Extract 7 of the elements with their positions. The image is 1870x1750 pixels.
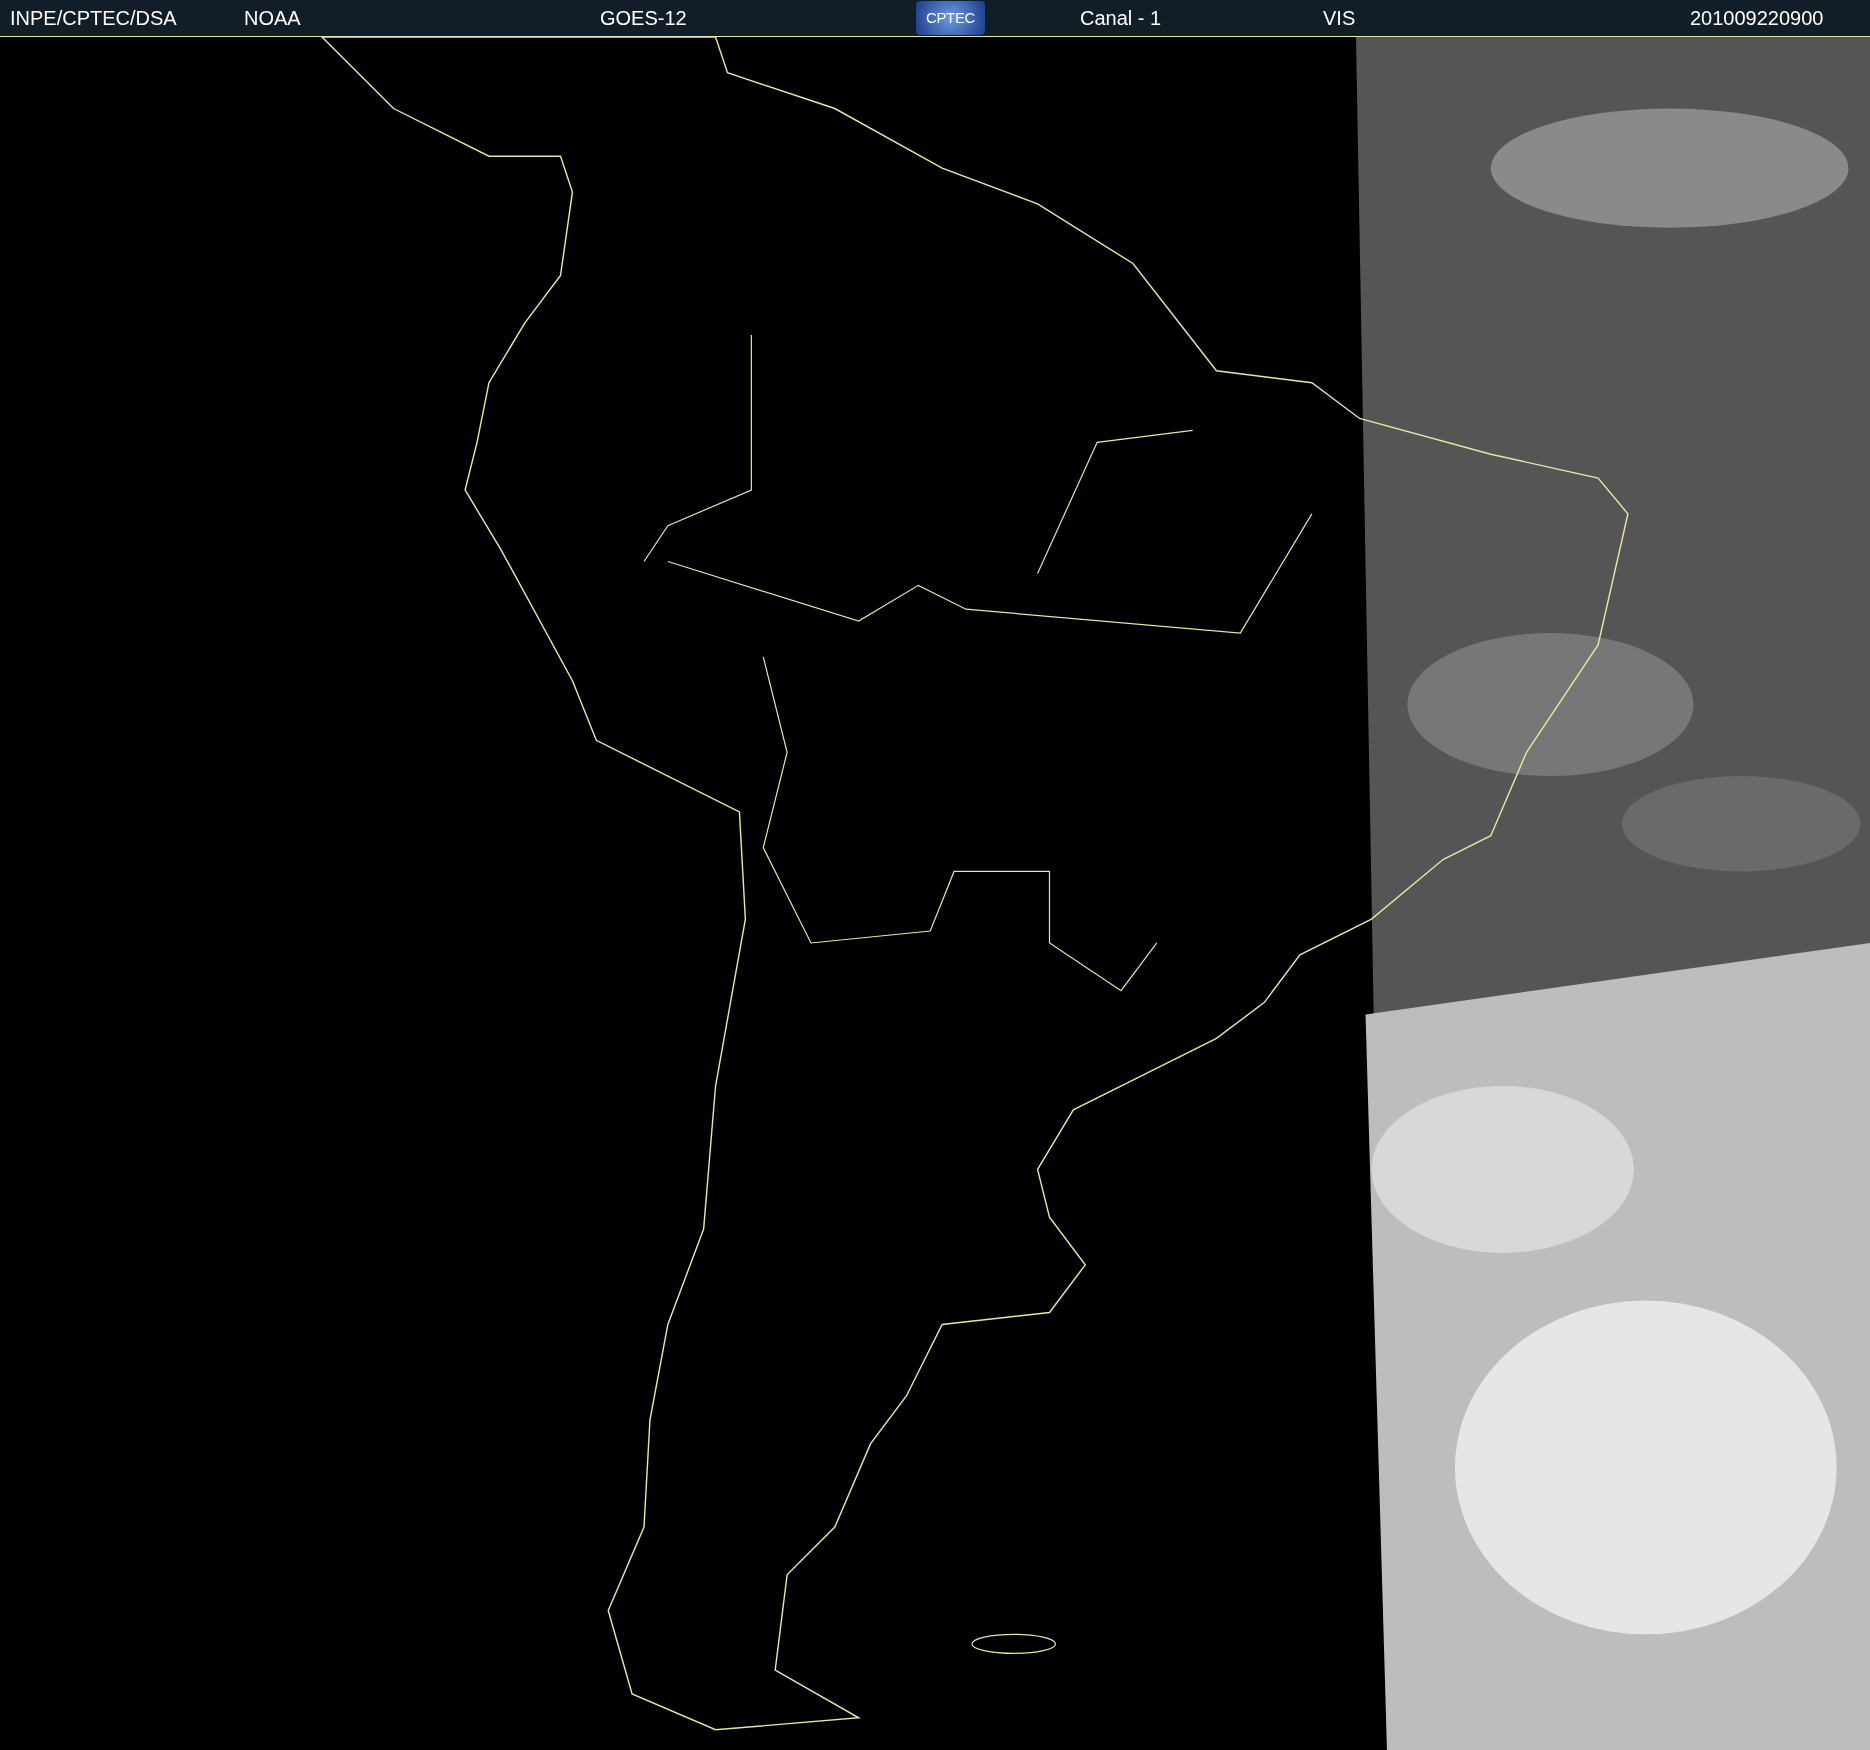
header-label: VIS xyxy=(1323,6,1356,31)
logo: CPTEC xyxy=(916,1,985,35)
header-label: Canal - 1 xyxy=(1080,6,1162,31)
header-label: 201009220900 xyxy=(1690,6,1824,31)
header-label: INPE/CPTEC/DSA xyxy=(10,6,177,31)
header-label: NOAA xyxy=(244,6,301,31)
header-label: GOES-12 xyxy=(600,6,687,31)
